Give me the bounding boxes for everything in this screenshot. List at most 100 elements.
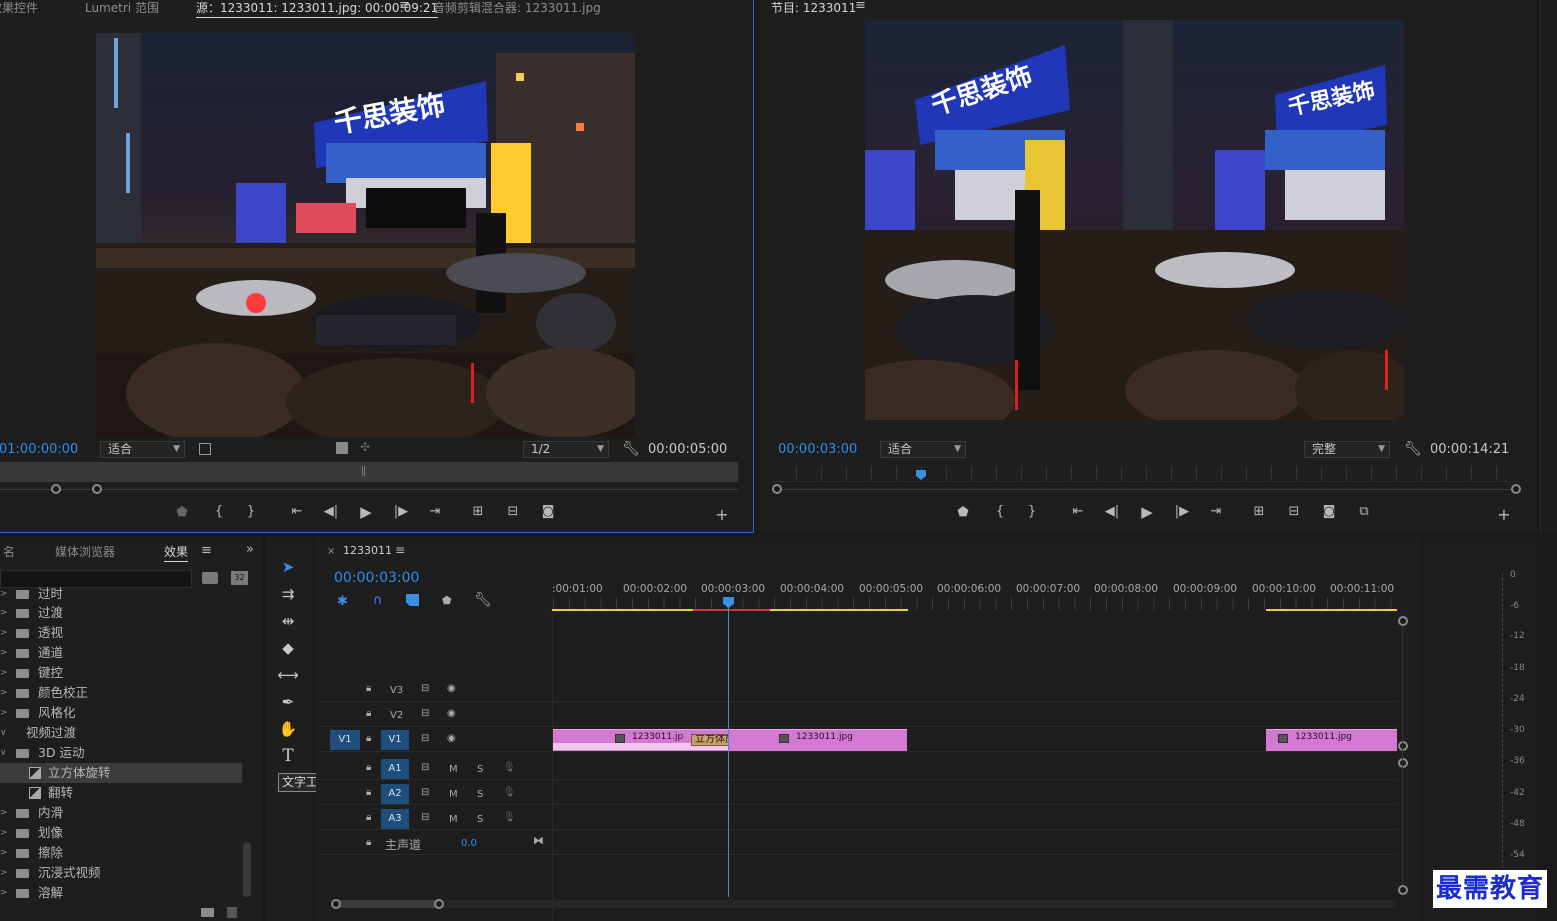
program-menu-icon[interactable]: ≡ — [855, 0, 866, 13]
export-frame-icon[interactable]: ◙ — [538, 504, 558, 519]
list-item[interactable]: > 内滑 — [0, 803, 242, 823]
tab-lumetri-scopes[interactable]: Lumetri 范围 — [85, 0, 159, 16]
quality-select[interactable]: 完整 ▼ — [1304, 441, 1390, 458]
solo-button[interactable]: S — [477, 814, 483, 825]
go-to-out-icon[interactable]: ⇥ — [1206, 504, 1226, 519]
linked-selection-icon[interactable]: ∩ — [373, 593, 383, 608]
step-back-icon[interactable]: ◀| — [1102, 504, 1122, 519]
vscroll-handle-top[interactable] — [1398, 616, 1408, 626]
toggle-sync-lock-icon[interactable]: ⊟ — [421, 683, 429, 694]
add-button-icon[interactable]: + — [1494, 505, 1514, 524]
add-marker-icon[interactable]: ⬟ — [442, 594, 452, 607]
lift-icon[interactable]: ⊞ — [1249, 504, 1269, 519]
eye-icon[interactable]: ◉ — [447, 683, 456, 694]
go-to-in-icon[interactable]: ⇤ — [287, 504, 307, 519]
settings-square-icon[interactable] — [199, 443, 211, 455]
source-playhead-marker[interactable] — [362, 466, 365, 476]
source-fit-select[interactable]: 适合 ▼ — [100, 441, 185, 458]
mark-out-icon[interactable]: } — [1022, 504, 1042, 519]
toggle-sync-lock-icon[interactable]: ⊟ — [421, 812, 429, 823]
insert-icon[interactable]: ⊞ — [468, 504, 488, 519]
track-label-v3[interactable]: V3 — [390, 685, 403, 696]
list-item[interactable]: > 溶解 — [0, 883, 242, 899]
mark-out-icon[interactable]: } — [241, 504, 261, 519]
microphone-icon[interactable]: 🎙︎ — [503, 812, 516, 823]
lock-icon[interactable]: 🔒︎ — [366, 733, 371, 744]
go-to-in-icon[interactable]: ⇤ — [1068, 504, 1088, 519]
program-zoom-handle-right[interactable] — [1511, 484, 1521, 494]
list-item[interactable]: > 过时 — [0, 587, 242, 604]
list-item[interactable]: ∨ 3D 运动 — [0, 743, 242, 763]
mark-in-icon[interactable]: { — [209, 504, 229, 519]
toggle-sync-lock-icon[interactable]: ⊟ — [421, 733, 429, 744]
lock-icon[interactable]: 🔒︎ — [366, 708, 371, 719]
safe-margins-icon[interactable] — [336, 442, 348, 454]
selection-tool-icon[interactable]: ➤ — [277, 556, 299, 578]
export-frame-icon[interactable]: ◙ — [1319, 504, 1339, 519]
type-tool-icon[interactable]: T — [277, 745, 299, 767]
eye-icon[interactable]: ◉ — [447, 733, 456, 744]
lock-icon[interactable]: 🔒︎ — [366, 787, 371, 798]
slip-tool-icon[interactable]: ⟷ — [277, 664, 299, 686]
step-forward-icon[interactable]: |▶ — [1172, 504, 1192, 519]
microphone-icon[interactable]: 🎙︎ — [503, 787, 516, 798]
program-zoom-handle-left[interactable] — [772, 484, 782, 494]
wrench-icon[interactable]: 🔧︎ — [622, 441, 640, 457]
wrench-icon[interactable]: 🔧︎ — [1404, 441, 1422, 457]
track-target-a3[interactable]: A3 — [381, 809, 409, 829]
timeline-hscroll-thumb[interactable] — [336, 900, 439, 908]
list-item[interactable]: > 键控 — [0, 663, 242, 683]
snap-icon[interactable]: ✱ — [337, 594, 348, 609]
lock-icon[interactable]: 🔒︎ — [366, 812, 371, 823]
effects-search-input[interactable] — [0, 570, 192, 588]
source-zoom-handle-left[interactable] — [51, 484, 61, 494]
tab-media-browser[interactable]: 媒体浏览器 — [55, 543, 115, 560]
lock-icon[interactable]: 🔒︎ — [366, 837, 371, 848]
toggle-sync-lock-icon[interactable]: ⊟ — [421, 762, 429, 773]
resolution-select[interactable]: 1/2 ▼ — [523, 441, 609, 458]
solo-button[interactable]: S — [477, 764, 483, 775]
hscroll-handle-left[interactable] — [331, 899, 341, 909]
play-icon[interactable]: ▶ — [356, 503, 376, 521]
tab-project[interactable]: 名 — [3, 543, 15, 560]
program-title[interactable]: 节目: 1233011 — [771, 0, 856, 17]
hscroll-handle-right[interactable] — [434, 899, 444, 909]
list-item[interactable]: > 沉浸式视频 — [0, 863, 242, 883]
ripple-edit-tool-icon[interactable]: ⇹ — [277, 610, 299, 632]
add-marker-icon[interactable]: ⬟ — [953, 505, 973, 520]
effects-scrollbar[interactable] — [243, 842, 251, 897]
track-label-v2[interactable]: V2 — [390, 710, 403, 721]
vscroll-handle-mid2[interactable] — [1398, 758, 1408, 768]
sequence-tab[interactable]: 1233011 — [343, 544, 392, 557]
master-volume-value[interactable]: 0.0 — [461, 838, 477, 849]
clip-3[interactable]: 1233011.jpg — [1266, 729, 1397, 751]
timeline-hscroll[interactable] — [336, 900, 1396, 908]
list-item[interactable]: > 风格化 — [0, 703, 242, 723]
tab-effects[interactable]: 效果 — [164, 543, 189, 562]
lock-icon[interactable]: 🔒︎ — [366, 762, 371, 773]
program-timecode[interactable]: 00:00:03:00 — [778, 442, 857, 457]
list-item[interactable]: > 划像 — [0, 823, 242, 843]
microphone-icon[interactable]: 🎙︎ — [503, 762, 516, 773]
list-item[interactable]: ∨ 视频过渡 — [0, 723, 242, 743]
timeline-settings-icon[interactable]: 🔧︎ — [474, 592, 492, 608]
overwrite-icon[interactable]: ⊟ — [503, 504, 523, 519]
play-icon[interactable]: ▶ — [1137, 503, 1157, 521]
trash-icon[interactable] — [227, 907, 237, 918]
sequence-menu-icon[interactable]: ≡ — [395, 543, 405, 557]
program-fit-select[interactable]: 适合 ▼ — [880, 441, 966, 458]
vscroll-handle-bottom[interactable] — [1398, 885, 1408, 895]
list-item[interactable]: > 过渡 — [0, 603, 242, 623]
track-target-a2[interactable]: A2 — [381, 784, 409, 804]
clip-2[interactable]: 1233011.jpg — [729, 729, 907, 751]
step-back-icon[interactable]: ◀| — [321, 504, 341, 519]
timeline-timecode[interactable]: 00:00:03:00 — [334, 570, 419, 586]
panel-overflow-icon[interactable]: » — [246, 542, 254, 557]
mark-in-icon[interactable]: { — [990, 504, 1010, 519]
32bit-filter-icon[interactable]: 32 — [231, 571, 248, 585]
hand-tool-icon[interactable]: ✋ — [277, 718, 299, 740]
effects-menu-icon[interactable]: ≡ — [201, 543, 212, 558]
new-preset-bin-icon[interactable] — [202, 572, 218, 584]
eye-icon[interactable]: ◉ — [447, 708, 456, 719]
source-patch-v1[interactable]: V1 — [330, 730, 360, 750]
